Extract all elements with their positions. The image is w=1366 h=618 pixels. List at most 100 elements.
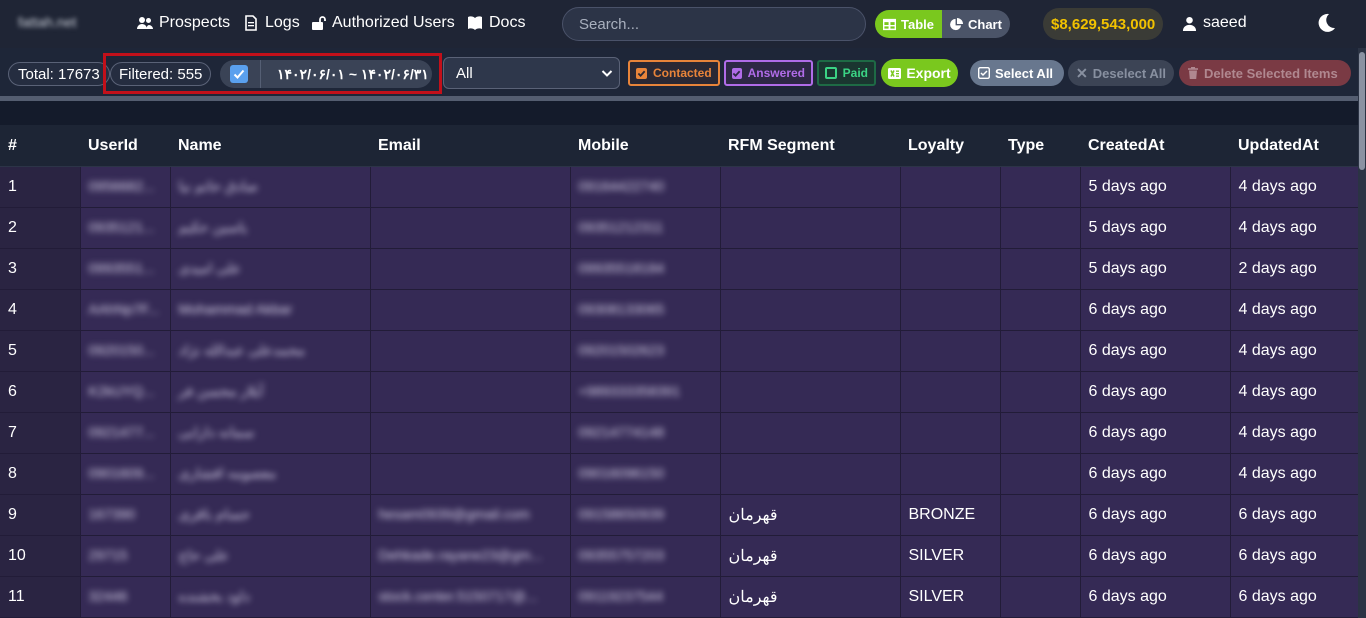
- nav-link-label: Docs: [489, 14, 526, 31]
- search-input[interactable]: [562, 7, 866, 41]
- table-top-band: [0, 101, 1358, 125]
- nav-link-authorized-users[interactable]: Authorized Users: [310, 14, 455, 32]
- nav-link-logs[interactable]: Logs: [243, 14, 300, 32]
- column-header[interactable]: Name: [170, 125, 370, 167]
- cell-email-text: stock.center.5150717@...: [378, 588, 538, 604]
- cell-name: داود بخشنده: [170, 576, 371, 618]
- column-header[interactable]: Email: [370, 125, 570, 167]
- cell-rfm-segment: [720, 289, 901, 331]
- table-row[interactable]: 7 0921477... سمانه دارابی 09214774148 6 days…: [0, 412, 1359, 454]
- cell-email: [370, 207, 571, 249]
- cell-index: 11: [0, 576, 81, 618]
- cell-created-at: 6 days ago: [1080, 576, 1231, 618]
- cell-userid-text: 32446: [88, 588, 128, 604]
- table-row[interactable]: 1 0956682... صادق حاتم نیا 09164422740 5 day…: [0, 166, 1359, 208]
- table-row[interactable]: 11 32446 داود بخشنده stock.center.5150717@.…: [0, 576, 1359, 618]
- brand-logo[interactable]: fattah.net: [18, 14, 76, 30]
- cell-userid-text: 29715: [88, 547, 128, 563]
- cell-mobile: 09355757203: [570, 535, 721, 577]
- cell-name: معصومه افشاری: [170, 453, 371, 495]
- cell-userid: 29715: [80, 535, 171, 577]
- balance-badge: $8,629,543,000: [1043, 8, 1164, 40]
- prospects-table: # UserId Name Email Mobile RFM Segment L…: [0, 125, 1359, 618]
- nav-link-label: Logs: [265, 14, 300, 31]
- table-row[interactable]: 4 AAhNp7F... Mohammad Akbar 09308133065 6 da…: [0, 289, 1359, 331]
- column-header[interactable]: Type: [1000, 125, 1080, 167]
- cell-index: 2: [0, 207, 81, 249]
- cell-name-text: Mohammad Akbar: [178, 301, 293, 317]
- column-header[interactable]: UserId: [80, 125, 170, 167]
- cell-mobile-text: 09016096150: [578, 465, 665, 481]
- column-header[interactable]: CreatedAt: [1080, 125, 1230, 167]
- cell-userid: 0956682...: [80, 166, 171, 208]
- cell-name: علی امیدی: [170, 248, 371, 290]
- cell-rfm-segment-text: قهرمان: [728, 589, 778, 606]
- status-select[interactable]: All: [443, 57, 620, 89]
- checkbox-icon: [978, 67, 990, 79]
- cell-mobile-text: +989333358391: [578, 383, 681, 399]
- view-chart-button[interactable]: Chart: [942, 10, 1010, 38]
- table-row[interactable]: 2 0935121... یاسین حکیم 09351212311 5 days a…: [0, 207, 1359, 249]
- cell-name: سمانه دارابی: [170, 412, 371, 454]
- select-all-button[interactable]: Select All: [970, 60, 1064, 86]
- cell-name: یاسین حکیم: [170, 207, 371, 249]
- cell-rfm-segment: قهرمان: [720, 576, 901, 618]
- cell-loyalty: [900, 166, 1001, 208]
- column-header[interactable]: #: [0, 125, 80, 167]
- cell-email: [370, 412, 571, 454]
- table-row[interactable]: 9 167390 حسام باقری hesam0939@gmail.com 0915…: [0, 494, 1359, 536]
- deselect-all-button[interactable]: Deselect All: [1068, 60, 1174, 86]
- moon-icon[interactable]: [1315, 12, 1337, 34]
- user-icon: [1182, 16, 1197, 31]
- cell-userid: 167390: [80, 494, 171, 536]
- cell-mobile-text: 09351212311: [578, 219, 664, 235]
- cell-loyalty: [900, 330, 1001, 372]
- cell-type: [1000, 412, 1081, 454]
- cell-email: [370, 166, 571, 208]
- cell-rfm-segment: [720, 166, 901, 208]
- cell-name: Mohammad Akbar: [170, 289, 371, 331]
- cell-mobile-text: 09158650939: [578, 506, 665, 522]
- delete-selected-button[interactable]: Delete Selected Items: [1179, 60, 1351, 86]
- nav-link-docs[interactable]: Docs: [467, 14, 525, 32]
- cell-name: علی حاج: [170, 535, 371, 577]
- table-row[interactable]: 10 29715 علی حاج Dehkade.rayane23@gm... 0935…: [0, 535, 1359, 577]
- cell-index: 10: [0, 535, 81, 577]
- filter-answered-button[interactable]: Answered: [724, 60, 813, 86]
- column-header[interactable]: UpdatedAt: [1230, 125, 1358, 167]
- cell-loyalty: SILVER: [900, 576, 1001, 618]
- user-menu[interactable]: saeed: [1182, 14, 1247, 32]
- column-header[interactable]: Mobile: [570, 125, 720, 167]
- cell-email: hesam0939@gmail.com: [370, 494, 571, 536]
- cell-name: آیلار محسن فر: [170, 371, 371, 413]
- table-row[interactable]: 5 0920150... محمدعلی عبدالله نژاد 092015026…: [0, 330, 1359, 372]
- cell-updated-at: 6 days ago: [1230, 576, 1359, 618]
- users-icon: [137, 17, 153, 29]
- filter-contacted-button[interactable]: Contacted: [628, 60, 720, 86]
- cell-userid: 0921477...: [80, 412, 171, 454]
- cell-userid-text: 167390: [88, 506, 136, 522]
- export-button[interactable]: Export: [881, 59, 958, 87]
- cell-name-text: علی حاج: [178, 547, 230, 563]
- column-header[interactable]: RFM Segment: [720, 125, 900, 167]
- checkbox-checked-icon: [636, 67, 647, 79]
- table-row[interactable]: 3 0993551... علی امیدی 09935518184 5 days ag…: [0, 248, 1359, 290]
- table-row[interactable]: 8 0901609... معصومه افشاری 09016096150 6 day…: [0, 453, 1359, 495]
- nav-link-prospects[interactable]: Prospects: [137, 14, 230, 32]
- cell-created-at: 6 days ago: [1080, 289, 1231, 331]
- cell-index: 4: [0, 289, 81, 331]
- cell-type: [1000, 453, 1081, 495]
- cell-updated-at: 6 days ago: [1230, 494, 1359, 536]
- cell-userid-text: 0921477...: [88, 424, 155, 440]
- cell-created-at: 6 days ago: [1080, 371, 1231, 413]
- scrollbar-thumb[interactable]: [1359, 52, 1365, 170]
- view-table-button[interactable]: Table: [875, 10, 942, 38]
- deselect-all-label: Deselect All: [1092, 65, 1166, 81]
- cell-name-text: آیلار محسن فر: [178, 383, 264, 399]
- filter-paid-button[interactable]: Paid: [817, 60, 876, 86]
- column-header[interactable]: Loyalty: [900, 125, 1000, 167]
- cell-email-text: Dehkade.rayane23@gm...: [378, 547, 543, 563]
- table-row[interactable]: 6 K2kUYQ... آیلار محسن فر +989333358391 6 da…: [0, 371, 1359, 413]
- cell-rfm-segment: [720, 412, 901, 454]
- cell-created-at: 6 days ago: [1080, 412, 1231, 454]
